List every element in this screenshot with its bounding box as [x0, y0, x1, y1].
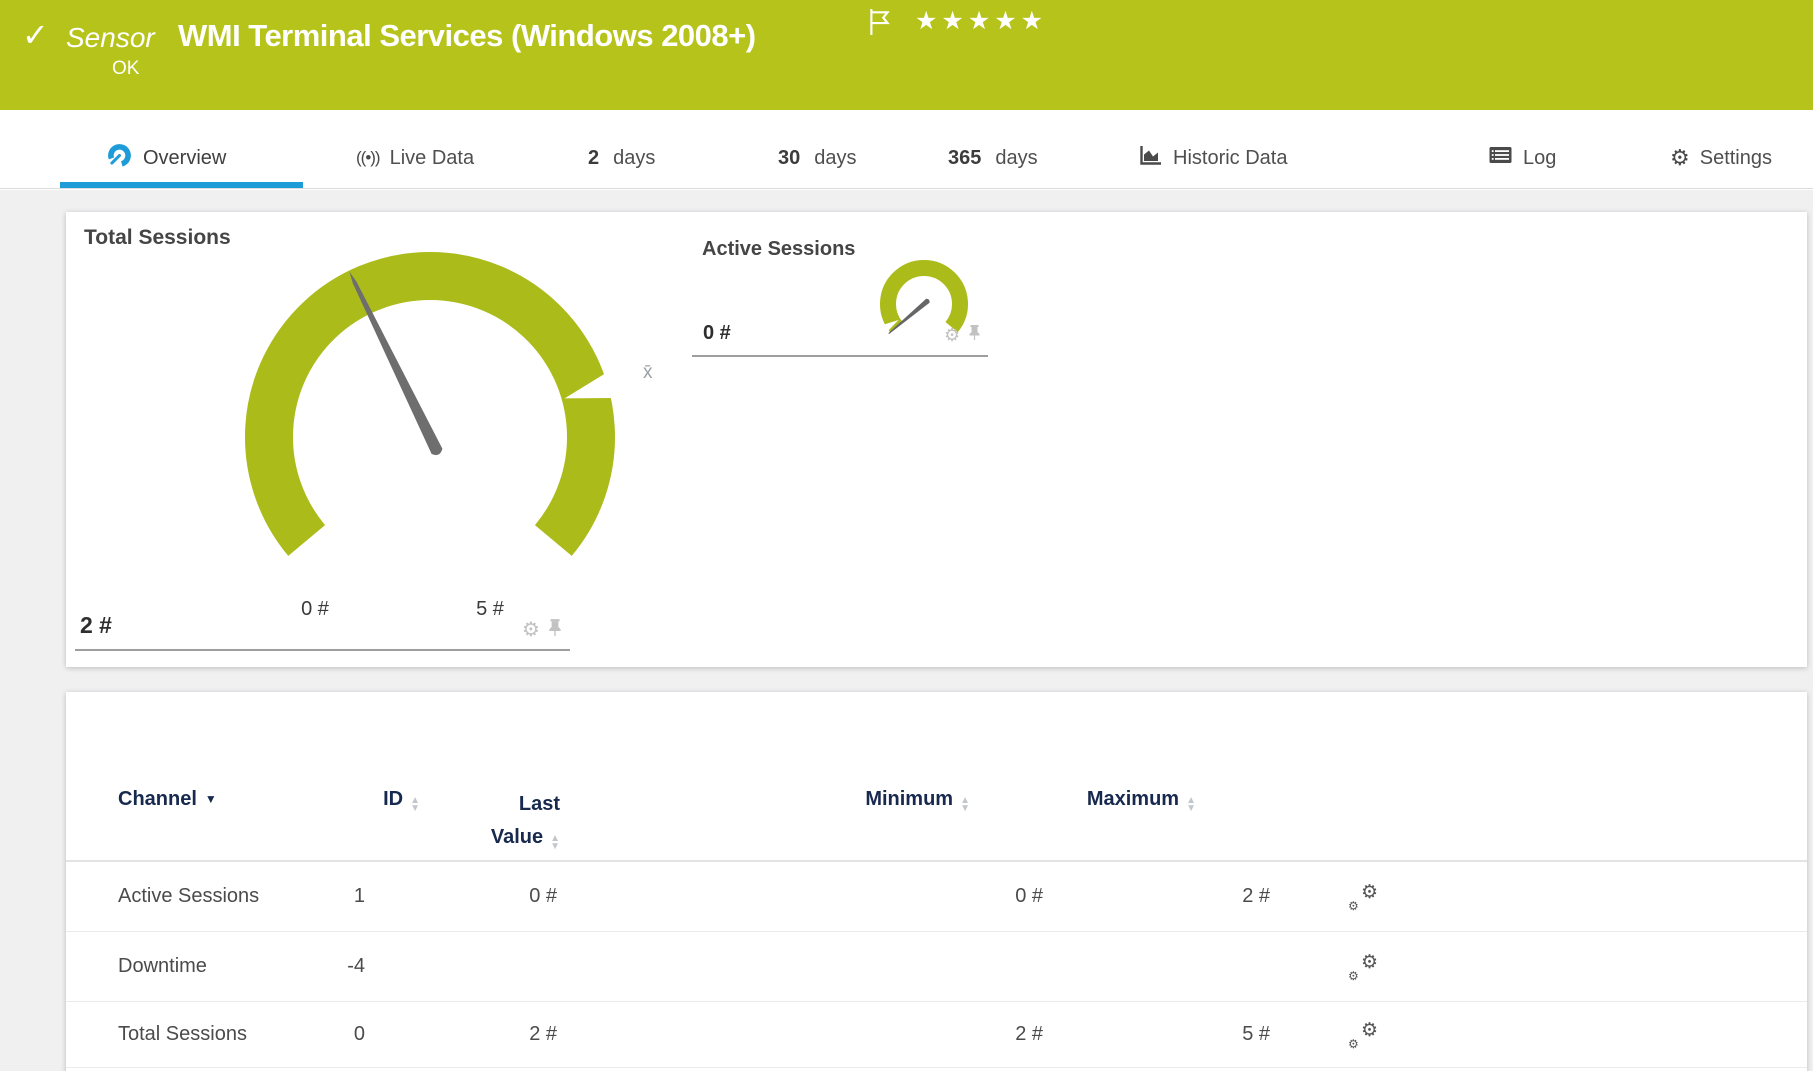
sort-toggle-icon: ▲ ▼ — [1186, 795, 1196, 814]
tab-30-days[interactable]: 30 days — [778, 138, 857, 178]
flag-icon[interactable] — [868, 8, 892, 41]
channel-settings-gears-icon[interactable]: ⚙ ⚙ — [1348, 952, 1378, 983]
tab-settings-label: Settings — [1699, 146, 1772, 169]
last-value-cell: 0 # — [529, 885, 557, 907]
last-value-cell: 2 # — [529, 1023, 557, 1045]
column-header-minimum-label: Minimum — [865, 788, 954, 810]
channel-name-cell[interactable]: Total Sessions — [118, 1002, 247, 1067]
id-cell: 0 — [353, 1023, 365, 1045]
tab-overview-label: Overview — [143, 146, 227, 169]
active-gauge-gear-icon[interactable]: ⚙ — [944, 325, 960, 345]
column-header-value-label: Value — [490, 826, 544, 848]
total-gauge-rule — [75, 649, 570, 651]
gauges-panel: Total Sessions 0 # 5 # x̄ 2 # ⚙ Active S… — [66, 212, 1807, 667]
sort-toggle-icon: ▲ ▼ — [550, 833, 560, 852]
column-header-maximum[interactable]: Maximum ▲ ▼ — [1086, 788, 1196, 814]
tab-2-days[interactable]: 2 days — [588, 138, 655, 178]
maximum-cell: 2 # — [1242, 885, 1270, 907]
total-sessions-gauge — [245, 252, 630, 556]
total-gauge-pin-icon[interactable] — [548, 618, 562, 641]
column-header-minimum[interactable]: Minimum ▲ ▼ — [865, 788, 970, 814]
sort-toggle-icon: ▲ ▼ — [960, 795, 970, 814]
column-header-maximum-label: Maximum — [1086, 788, 1180, 810]
channels-panel: Channel ▼ ID ▲ ▼ Last Value ▲ ▼ Minimum ▲ ▼ Max… — [66, 692, 1807, 1071]
tab-live-data-label: Live Data — [389, 146, 475, 169]
status-ok-check-icon: ✓ — [22, 17, 49, 53]
tab-log-label: Log — [1523, 146, 1557, 169]
sensor-status-text: OK — [112, 58, 140, 79]
total-gauge-gear-icon[interactable]: ⚙ — [522, 620, 540, 640]
total-sessions-value: 2 # — [80, 612, 112, 638]
tab-2-days-label: days — [613, 146, 656, 169]
active-gauge-rule — [692, 355, 988, 357]
column-header-id-label: ID — [383, 788, 404, 810]
priority-stars-icon[interactable]: ★★★★★ — [915, 6, 1047, 36]
tab-live-data[interactable]: ((•)) Live Data — [356, 138, 474, 178]
tab-30-days-label: days — [814, 146, 857, 169]
active-sessions-value: 0 # — [703, 322, 731, 344]
table-row[interactable]: Active Sessions 1 0 # 0 # 2 # ⚙ ⚙ — [66, 862, 1807, 932]
sensor-kind-label: Sensor — [66, 22, 155, 53]
tab-historic-data[interactable]: Historic Data — [1138, 138, 1287, 178]
active-sessions-gauge-title: Active Sessions — [702, 238, 856, 260]
column-header-channel[interactable]: Channel ▼ — [118, 788, 217, 811]
table-row[interactable]: Total Sessions 0 2 # 2 # 5 # ⚙ ⚙ — [66, 1002, 1807, 1068]
tab-log[interactable]: Log — [1488, 138, 1556, 178]
minimum-cell: 0 # — [1015, 885, 1043, 907]
channel-name-cell[interactable]: Active Sessions — [118, 862, 259, 931]
broadcast-icon: ((•)) — [356, 148, 381, 167]
overview-gauge-icon — [106, 142, 133, 175]
table-row[interactable]: Downtime -4 ⚙ ⚙ — [66, 932, 1807, 1002]
log-list-icon — [1488, 145, 1513, 171]
sensor-header: ✓ Sensor WMI Terminal Services (Windows … — [0, 0, 1813, 110]
historic-chart-icon — [1138, 144, 1163, 173]
sort-desc-icon: ▼ — [204, 792, 217, 806]
column-header-last-label: Last — [518, 793, 560, 815]
gauge-min-label: 0 # — [301, 598, 329, 620]
active-gauge-pin-icon[interactable] — [968, 324, 981, 345]
minimum-cell: 2 # — [1015, 1023, 1043, 1045]
tab-bar: Overview ((•)) Live Data 2 days 30 days … — [0, 110, 1813, 189]
id-cell: -4 — [347, 955, 365, 977]
tab-365-days-number: 365 — [948, 146, 982, 169]
id-cell: 1 — [353, 885, 365, 907]
maximum-cell: 5 # — [1242, 1023, 1270, 1045]
tab-365-days[interactable]: 365 days — [948, 138, 1038, 178]
tab-settings[interactable]: ⚙ Settings — [1670, 138, 1772, 178]
channel-settings-gears-icon[interactable]: ⚙ ⚙ — [1348, 882, 1378, 913]
tab-overview[interactable]: Overview — [106, 138, 226, 178]
page-title: WMI Terminal Services (Windows 2008+) — [178, 18, 756, 53]
column-header-channel-label: Channel — [118, 788, 197, 810]
settings-gear-icon: ⚙ — [1670, 145, 1690, 170]
channel-settings-gears-icon[interactable]: ⚙ ⚙ — [1348, 1020, 1378, 1051]
tab-30-days-number: 30 — [778, 146, 801, 169]
tab-historic-data-label: Historic Data — [1173, 146, 1288, 169]
gauge-average-label: x̄ — [643, 362, 653, 383]
tab-2-days-number: 2 — [588, 146, 600, 169]
tab-365-days-label: days — [995, 146, 1038, 169]
column-header-last-value[interactable]: Last Value ▲ ▼ — [491, 788, 560, 854]
total-sessions-gauge-title: Total Sessions — [84, 226, 231, 249]
sort-toggle-icon: ▲ ▼ — [410, 795, 420, 814]
column-header-id[interactable]: ID ▲ ▼ — [383, 788, 420, 814]
active-tab-underline — [60, 182, 303, 188]
gauge-max-label: 5 # — [476, 598, 504, 620]
channel-name-cell[interactable]: Downtime — [118, 932, 207, 1001]
